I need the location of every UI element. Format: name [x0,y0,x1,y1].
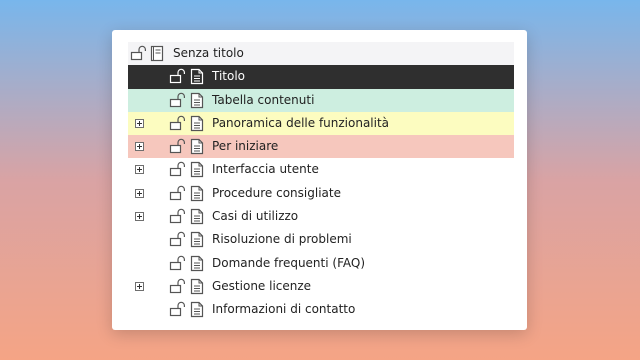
tree-item-row[interactable]: Domande frequenti (FAQ) [128,252,514,275]
tree-item-row[interactable]: Procedure consigliate [128,182,514,205]
tree-item-row[interactable]: Panoramica delle funzionalità [128,111,514,136]
book-icon [150,45,164,62]
expand-plus-icon[interactable] [135,212,144,222]
tree-item-row[interactable]: Informazioni di contatto [128,298,514,321]
tree-item-label: Casi di utilizzo [212,209,299,224]
tree-item-row[interactable]: Risoluzione di problemi [128,228,514,251]
document-icon [190,162,204,178]
expand-plus-icon[interactable] [135,165,144,175]
expand-plus-icon[interactable] [135,142,144,152]
tree-item-label: Informazioni di contatto [212,302,356,317]
unlocked-lock-icon[interactable] [169,115,187,131]
unlocked-lock-icon[interactable] [169,301,187,317]
document-icon [190,92,204,108]
tree-item-label: Panoramica delle funzionalità [212,115,390,130]
tree-root-label: Senza titolo [173,46,244,60]
expand-plus-icon[interactable] [135,188,144,198]
document-icon [190,185,204,201]
unlocked-lock-icon[interactable] [169,208,187,224]
tree-item-label: Procedure consigliate [212,185,341,200]
document-icon [190,69,204,85]
unlocked-lock-icon[interactable] [169,68,187,84]
tree-item-label: Gestione licenze [212,278,312,293]
tree-item-label: Tabella contenuti [212,92,315,107]
tree-item-label: Interfaccia utente [212,162,319,177]
tree-item-label: Titolo [212,69,246,84]
unlocked-lock-icon[interactable] [169,138,187,154]
document-icon [190,255,204,271]
unlocked-lock-icon[interactable] [169,161,187,177]
unlocked-lock-icon[interactable] [169,278,187,294]
tree-item-row[interactable]: Tabella contenuti [128,88,514,112]
tree-item-row[interactable]: Titolo [128,65,514,89]
tree-item-row[interactable]: Gestione licenze [128,275,514,298]
document-icon [190,278,204,295]
unlocked-lock-icon[interactable] [130,45,148,61]
unlocked-lock-icon[interactable] [169,231,187,247]
document-icon [190,232,204,248]
document-icon [190,208,204,225]
tree-item-row[interactable]: Interfaccia utente [128,158,514,181]
unlocked-lock-icon[interactable] [169,255,187,271]
tree-item-label: Domande frequenti (FAQ) [212,255,365,270]
document-icon [190,302,204,318]
document-icon [190,115,204,131]
tree-item-label: Risoluzione di problemi [212,232,352,247]
tree-root-row[interactable]: Senza titolo [128,42,514,66]
topic-tree: Senza titolo Titolo Tabella contenuti Pano… [128,42,514,322]
expand-plus-icon[interactable] [135,118,144,128]
tree-item-label: Per iniziare [212,139,279,154]
expand-plus-icon[interactable] [135,281,144,291]
tree-item-row[interactable]: Casi di utilizzo [128,205,514,228]
unlocked-lock-icon[interactable] [169,92,187,108]
topic-tree-panel: Senza titolo Titolo Tabella contenuti Pano… [112,30,527,330]
unlocked-lock-icon[interactable] [169,185,187,201]
document-icon [190,139,204,155]
tree-item-row[interactable]: Per iniziare [128,135,514,159]
